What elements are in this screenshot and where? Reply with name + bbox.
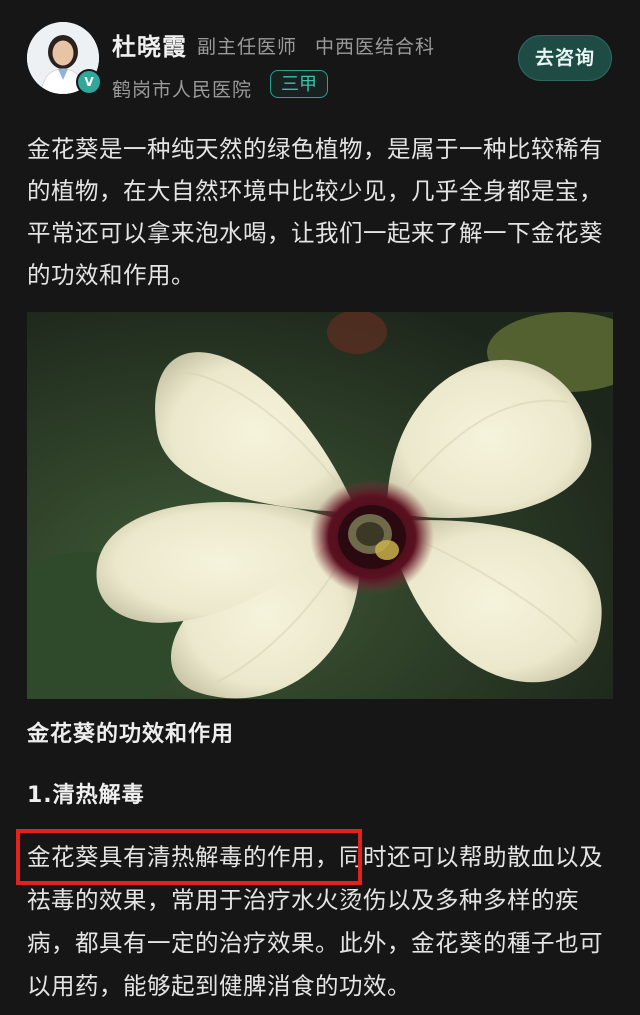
consult-button[interactable]: 去咨询	[518, 35, 612, 81]
doctor-department: 中西医结合科	[315, 36, 436, 58]
hospital-grade-badge: 三甲	[270, 70, 328, 98]
doctor-avatar[interactable]: V	[27, 22, 102, 95]
hospital-name: 鹤岗市人民医院	[112, 79, 253, 101]
article-body: 金花葵具有清热解毒的作用，同时还可以帮助散血以及祛毒的效果，常用于治疗水火烫伤以…	[27, 836, 617, 1008]
doctor-title: 副主任医师	[197, 36, 298, 58]
flower-photo	[27, 312, 613, 699]
highlighted-sentence: 金花葵具有清热解毒的作用	[27, 843, 315, 871]
white-flower-photo	[27, 312, 613, 699]
doctor-header: V 杜晓霞 副主任医师 中西医结合科 鹤岗市人民医院 三甲 去咨询	[0, 0, 640, 110]
verified-icon: V	[76, 69, 102, 95]
doctor-name[interactable]: 杜晓霞	[112, 27, 187, 62]
article-intro: 金花葵是一种纯天然的绿色植物，是属于一种比较稀有的植物，在大自然环境中比较少见，…	[27, 135, 603, 289]
section-heading: 金花葵的功效和作用	[27, 722, 235, 747]
sub-heading: 1.清热解毒	[27, 783, 145, 808]
